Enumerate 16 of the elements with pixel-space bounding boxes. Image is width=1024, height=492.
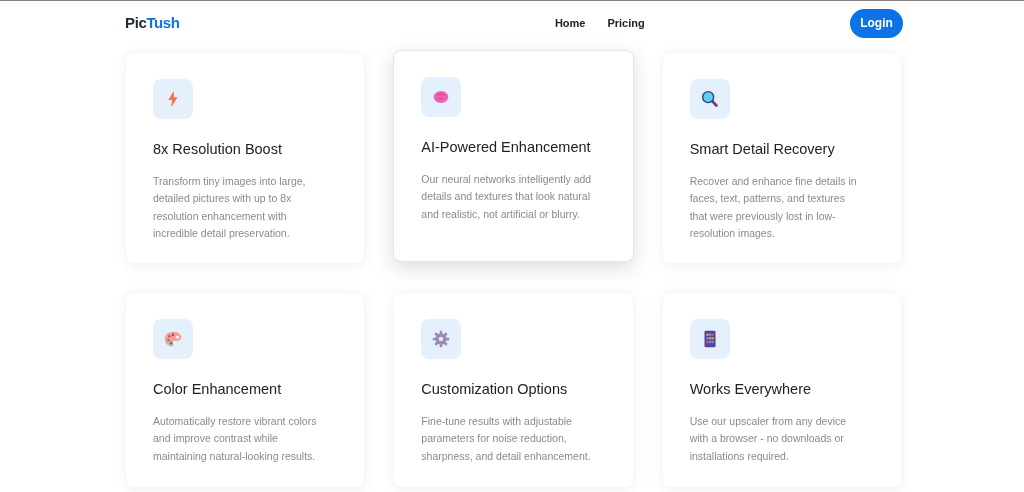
- feature-description: Automatically restore vibrant colors and improve contrast while maintaining natural-looking results.: [153, 413, 318, 464]
- feature-title: AI-Powered Enhancement: [421, 138, 592, 157]
- feature-title: Customization Options: [421, 380, 569, 399]
- feature-description: Transform tiny images into large, detailed pictures with up to 8x resolution enhancement with incredible detail preservation.: [153, 173, 307, 242]
- feature-title: Smart Detail Recovery: [689, 140, 836, 159]
- feature-title: Works Everywhere: [689, 380, 813, 399]
- logo[interactable]: PicTush: [125, 11, 180, 35]
- feature-description: Fine-tune results with adjustable parameters for noise reduction, sharpness, and detail enhancement.: [421, 413, 592, 464]
- nav-link[interactable]: Pricing: [607, 14, 645, 32]
- nav-link[interactable]: Home: [554, 14, 586, 32]
- feature-title: 8x Resolution Boost: [153, 140, 283, 159]
- feature-description: Use our upscaler from any device with a browser - no downloads or installations required.: [689, 413, 848, 464]
- login-button[interactable]: Login: [850, 8, 903, 38]
- feature-description: Our neural networks intelligently add details and textures that look natural and realistic, not artificial or blurry.: [421, 171, 593, 222]
- feature-description: Recover and enhance fine details in faces, text, patterns, and textures that were previously lost in low-resolution images.: [689, 173, 858, 242]
- feature-title: Color Enhancement: [153, 380, 283, 399]
